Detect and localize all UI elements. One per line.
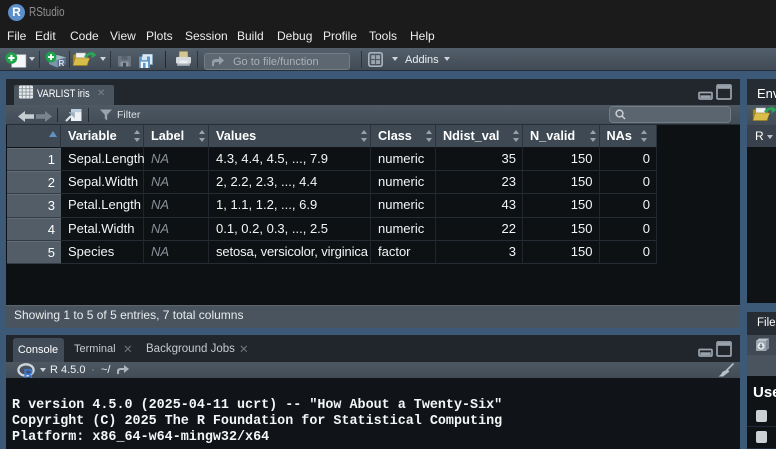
svg-text:R: R xyxy=(59,59,65,68)
